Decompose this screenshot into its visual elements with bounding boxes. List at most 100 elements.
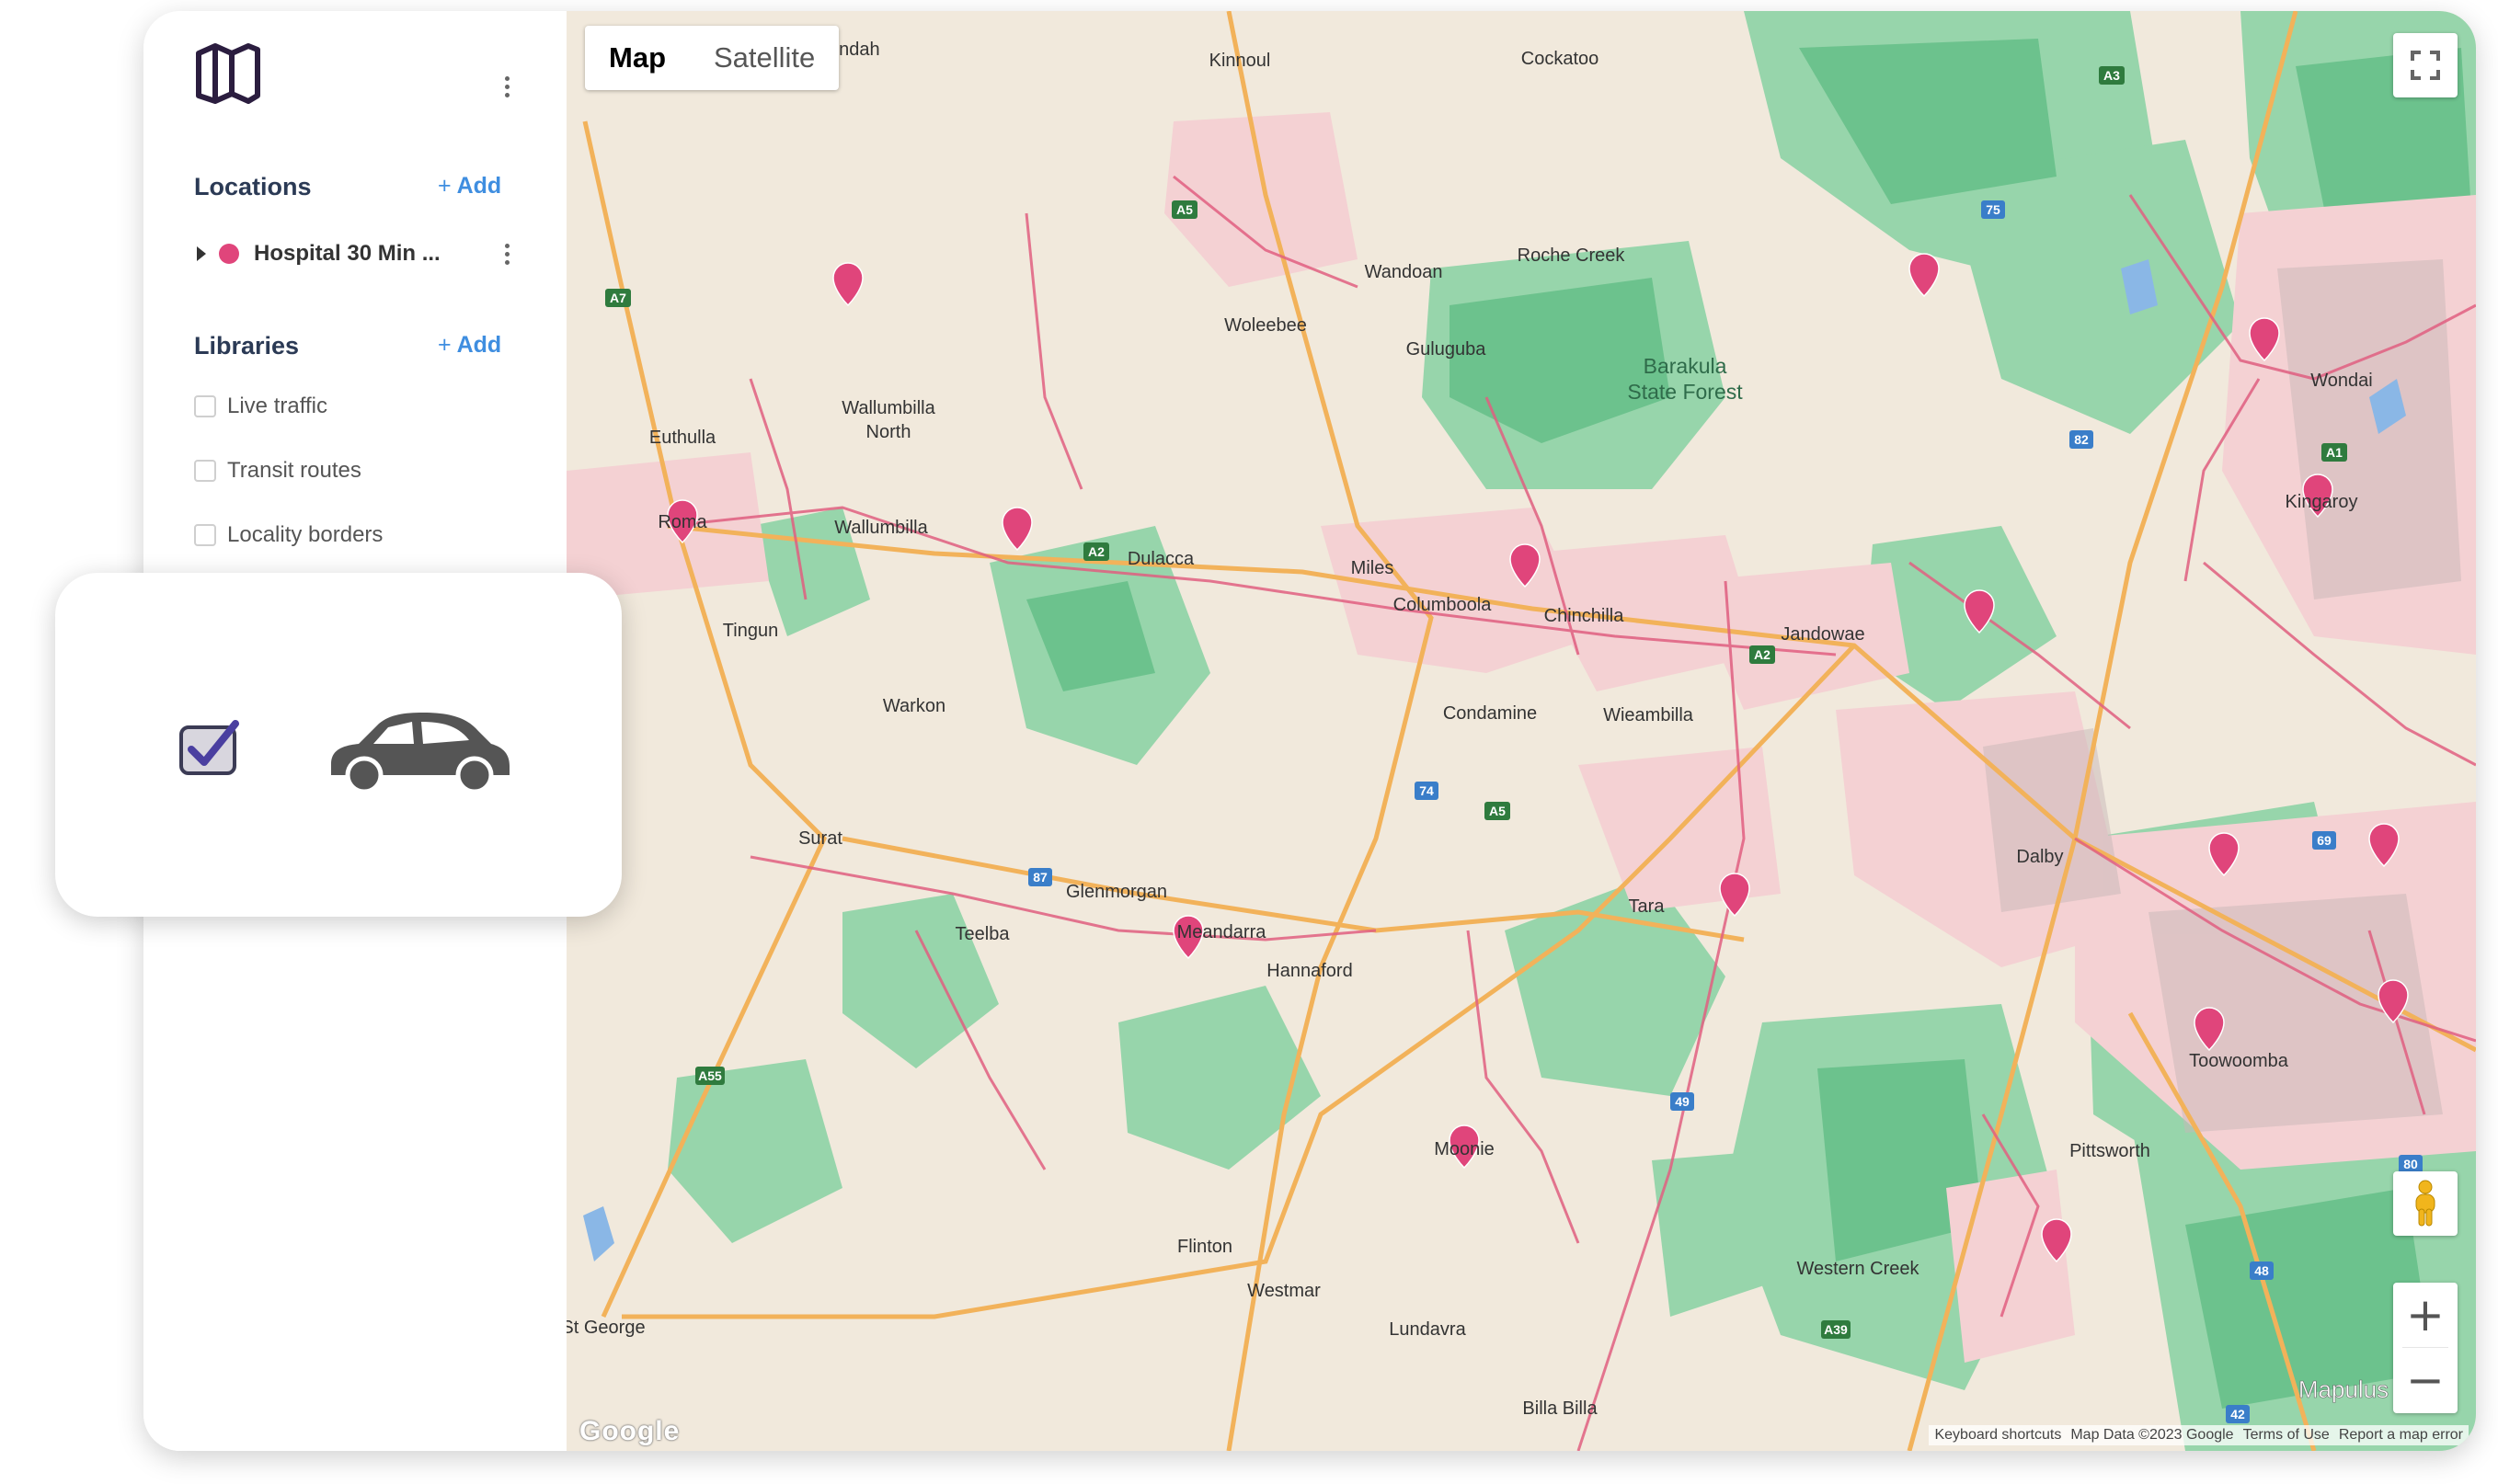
svg-text:Jandowae: Jandowae <box>1781 624 1864 645</box>
google-logo[interactable]: Google <box>579 1416 680 1447</box>
library-item-locality-borders[interactable]: Locality borders <box>194 517 383 554</box>
map-canvas[interactable]: A5 A7 A2 A55 A39 A3 A1 74 75 82 87 49 42… <box>567 11 2476 1451</box>
svg-text:St George: St George <box>567 1318 646 1338</box>
svg-text:Meandarra: Meandarra <box>1177 922 1267 942</box>
libraries-title: Libraries <box>194 332 300 360</box>
svg-text:Roche Creek: Roche Creek <box>1518 245 1626 266</box>
svg-text:Mapulus: Mapulus <box>2298 1376 2389 1403</box>
plus-icon: + <box>438 173 452 199</box>
svg-text:80: 80 <box>2403 1157 2418 1171</box>
svg-text:42: 42 <box>2230 1407 2245 1421</box>
svg-text:Wallumbilla: Wallumbilla <box>834 518 928 538</box>
zoom-control: + − <box>2393 1283 2458 1413</box>
add-location-button[interactable]: + Add <box>438 173 501 200</box>
svg-text:Wallumbilla: Wallumbilla <box>842 398 935 418</box>
svg-text:Kingaroy: Kingaroy <box>2286 492 2358 512</box>
svg-text:Dulacca: Dulacca <box>1128 549 1195 569</box>
svg-text:Miles: Miles <box>1351 558 1394 578</box>
svg-text:Dalby: Dalby <box>2016 847 2063 867</box>
svg-text:Wieambilla: Wieambilla <box>1603 705 1694 725</box>
svg-text:Woleebee: Woleebee <box>1224 315 1307 336</box>
svg-text:48: 48 <box>2254 1263 2269 1278</box>
add-location-label: Add <box>456 173 502 199</box>
expand-caret-icon[interactable] <box>197 246 206 261</box>
location-item[interactable]: Hospital 30 Min ... <box>197 235 537 272</box>
library-item-live-traffic[interactable]: Live traffic <box>194 388 327 425</box>
svg-text:69: 69 <box>2317 833 2332 848</box>
svg-text:State Forest: State Forest <box>1627 380 1743 404</box>
fullscreen-button[interactable] <box>2393 33 2458 97</box>
svg-text:Moonie: Moonie <box>1434 1139 1495 1159</box>
svg-text:Pittsworth: Pittsworth <box>2069 1141 2150 1161</box>
svg-text:Toowoomba: Toowoomba <box>2189 1051 2289 1071</box>
checked-checkbox-icon[interactable] <box>178 720 239 777</box>
svg-text:Barakula: Barakula <box>1644 354 1727 378</box>
svg-text:A5: A5 <box>1176 202 1193 217</box>
keyboard-shortcuts-link[interactable]: Keyboard shortcuts <box>1934 1427 2061 1444</box>
checkbox[interactable] <box>194 460 216 482</box>
zoom-in-button[interactable]: + <box>2393 1283 2458 1347</box>
map-type-map-button[interactable]: Map <box>585 26 690 90</box>
add-library-label: Add <box>456 332 502 358</box>
svg-text:Chinchilla: Chinchilla <box>1544 606 1625 626</box>
svg-text:A3: A3 <box>2103 68 2120 83</box>
checkbox[interactable] <box>194 524 216 546</box>
folded-map-icon[interactable] <box>193 39 263 108</box>
svg-text:Cockatoo: Cockatoo <box>1521 49 1599 69</box>
svg-text:Wandoan: Wandoan <box>1365 262 1443 282</box>
svg-text:82: 82 <box>2074 432 2089 447</box>
map-data-text: Map Data ©2023 Google <box>2070 1427 2234 1443</box>
location-menu-icon[interactable] <box>493 235 521 272</box>
svg-text:74: 74 <box>1419 783 1434 798</box>
map-type-control: Map Satellite <box>585 26 840 90</box>
fullscreen-icon <box>2411 51 2440 80</box>
map-layer[interactable]: A5 A7 A2 A55 A39 A3 A1 74 75 82 87 49 42… <box>567 11 2476 1451</box>
svg-text:A55: A55 <box>698 1068 722 1083</box>
library-item-transit-routes[interactable]: Transit routes <box>194 452 361 489</box>
svg-text:Euthulla: Euthulla <box>649 428 716 448</box>
svg-text:Lundavra: Lundavra <box>1389 1319 1466 1340</box>
svg-text:A2: A2 <box>1088 544 1105 559</box>
map-attribution: Keyboard shortcuts Map Data ©2023 Google… <box>1929 1425 2469 1445</box>
zoom-out-button[interactable]: − <box>2393 1348 2458 1412</box>
terms-of-use-link[interactable]: Terms of Use <box>2243 1427 2330 1444</box>
location-color-dot <box>219 244 239 264</box>
add-library-button[interactable]: + Add <box>438 332 501 359</box>
svg-text:Roma: Roma <box>658 512 707 532</box>
travel-mode-callout <box>55 573 622 917</box>
library-label: Live traffic <box>227 394 327 418</box>
pegman-icon <box>2415 1180 2435 1227</box>
svg-text:Kinnoul: Kinnoul <box>1209 51 1271 71</box>
svg-text:Surat: Surat <box>798 828 842 849</box>
plus-icon: + <box>438 332 452 358</box>
svg-text:A5: A5 <box>1489 804 1506 818</box>
svg-text:75: 75 <box>1986 202 2000 217</box>
street-view-button[interactable] <box>2393 1171 2458 1236</box>
library-label: Locality borders <box>227 522 384 547</box>
svg-text:A7: A7 <box>610 291 626 305</box>
report-map-error-link[interactable]: Report a map error <box>2339 1427 2463 1444</box>
svg-text:Columboola: Columboola <box>1393 595 1493 615</box>
svg-text:Guluguba: Guluguba <box>1406 339 1487 360</box>
svg-text:Tara: Tara <box>1629 896 1666 917</box>
svg-text:Condamine: Condamine <box>1443 703 1537 724</box>
svg-text:Hannaford: Hannaford <box>1266 961 1352 981</box>
library-label: Transit routes <box>227 458 361 483</box>
svg-text:Warkon: Warkon <box>883 696 945 716</box>
svg-text:49: 49 <box>1675 1094 1690 1109</box>
checkbox[interactable] <box>194 395 216 417</box>
sidebar-menu-icon[interactable] <box>493 68 521 105</box>
svg-text:Tingun: Tingun <box>723 621 778 641</box>
svg-text:North: North <box>866 422 911 442</box>
svg-text:Flinton: Flinton <box>1177 1237 1232 1257</box>
map-type-satellite-button[interactable]: Satellite <box>690 26 839 90</box>
location-label: Hospital 30 Min ... <box>254 241 441 266</box>
svg-text:A39: A39 <box>1824 1322 1848 1337</box>
svg-text:A1: A1 <box>2326 445 2343 460</box>
svg-text:87: 87 <box>1033 870 1048 885</box>
svg-text:Glenmorgan: Glenmorgan <box>1066 882 1167 902</box>
svg-text:A2: A2 <box>1754 647 1770 662</box>
svg-text:Wondai: Wondai <box>2310 371 2372 391</box>
car-icon <box>331 713 510 793</box>
svg-text:Teelba: Teelba <box>956 924 1011 944</box>
